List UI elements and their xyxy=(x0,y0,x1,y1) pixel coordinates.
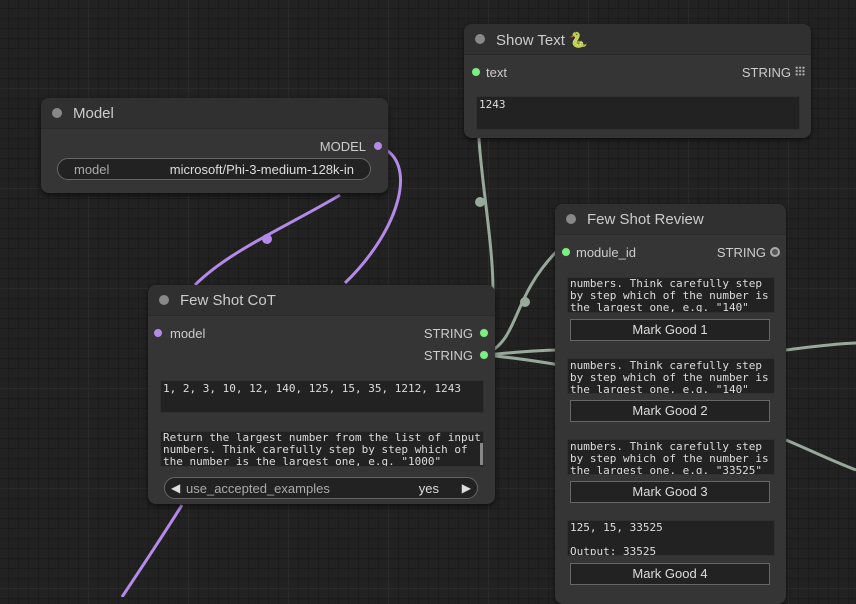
node-title: Few Shot Review xyxy=(587,211,704,228)
right-arrow-icon[interactable]: ▶ xyxy=(462,481,471,495)
widget-value: yes xyxy=(418,481,439,496)
link-midpoint xyxy=(262,234,272,244)
model-output-label: MODEL xyxy=(319,139,366,154)
prompt-input-text[interactable]: Return the largest number from the list … xyxy=(160,431,484,467)
show-text-output[interactable]: 1243 xyxy=(476,96,800,130)
node-title-bar[interactable]: Few Shot Review xyxy=(555,204,786,235)
string-output-2-label: STRING xyxy=(423,348,473,363)
collapse-dot-icon[interactable] xyxy=(52,108,62,118)
string-link-right xyxy=(483,348,561,357)
link-midpoint xyxy=(520,297,530,307)
mark-good-2-button[interactable]: Mark Good 2 xyxy=(570,400,770,422)
output-link-2 xyxy=(785,438,856,472)
node-title-bar[interactable]: Model xyxy=(41,98,388,129)
show-text-node[interactable]: Show Text 🐍 text STRING 1243 xyxy=(464,24,811,138)
collapse-dot-icon[interactable] xyxy=(566,214,576,224)
textarea-scrollbar[interactable] xyxy=(480,443,483,465)
node-title: Show Text 🐍 xyxy=(496,32,588,49)
collapse-dot-icon[interactable] xyxy=(159,295,169,305)
string-output-2-pin[interactable] xyxy=(479,350,489,360)
text-input-pin[interactable] xyxy=(471,67,481,77)
few-shot-cot-node[interactable]: Few Shot CoT model STRING STRING 1, 2, 3… xyxy=(148,285,495,504)
grid-icon[interactable] xyxy=(795,66,805,76)
string-output-label: STRING xyxy=(716,245,766,260)
output-link-1 xyxy=(785,341,856,352)
string-output-1-pin[interactable] xyxy=(479,328,489,338)
string-output-1-label: STRING xyxy=(423,326,473,341)
model-combo-widget[interactable]: model microsoft/Phi-3-medium-128k-in xyxy=(57,158,371,180)
node-title-bar[interactable]: Show Text 🐍 xyxy=(464,24,811,55)
module-id-input-label: module_id xyxy=(576,245,636,260)
model-node[interactable]: Model MODEL model microsoft/Phi-3-medium… xyxy=(41,98,388,193)
review-entry-text[interactable]: 125, 15, 33525 Output: 33525 xyxy=(567,520,775,556)
use-accepted-examples-toggle[interactable]: ◀ use_accepted_examples yes ▶ xyxy=(164,477,478,499)
review-entry-text[interactable]: numbers. Think carefully step by step wh… xyxy=(567,439,775,475)
node-title: Model xyxy=(73,105,114,122)
model-link-lower xyxy=(193,193,341,287)
mark-good-1-button[interactable]: Mark Good 1 xyxy=(570,319,770,341)
link-midpoint xyxy=(475,197,485,207)
model-input-label: model xyxy=(170,326,206,341)
mark-good-3-button[interactable]: Mark Good 3 xyxy=(570,481,770,503)
text-input-label: text xyxy=(486,65,507,80)
collapse-dot-icon[interactable] xyxy=(475,34,485,44)
review-entry-text[interactable]: numbers. Think carefully step by step wh… xyxy=(567,358,775,394)
module-id-input-pin[interactable] xyxy=(561,247,571,257)
widget-label: model xyxy=(74,162,110,177)
node-title-bar[interactable]: Few Shot CoT xyxy=(148,285,495,316)
model-output-pin[interactable] xyxy=(374,142,382,150)
widget-label: use_accepted_examples xyxy=(186,481,330,496)
mark-good-4-button[interactable]: Mark Good 4 xyxy=(570,563,770,585)
review-entry-text[interactable]: numbers. Think carefully step by step wh… xyxy=(567,277,775,313)
numbers-input-text[interactable]: 1, 2, 3, 10, 12, 140, 125, 15, 35, 1212,… xyxy=(160,380,484,413)
model-link-bottom xyxy=(120,504,184,597)
widget-value: microsoft/Phi-3-medium-128k-in xyxy=(169,162,354,177)
model-input-pin[interactable] xyxy=(154,329,162,337)
string-output-label: STRING xyxy=(741,65,791,80)
string-output-pin[interactable] xyxy=(770,247,780,257)
string-link-right2 xyxy=(483,353,561,367)
left-arrow-icon[interactable]: ◀ xyxy=(171,481,180,495)
few-shot-review-node[interactable]: Few Shot Review module_id STRING numbers… xyxy=(555,204,786,604)
node-title: Few Shot CoT xyxy=(180,292,276,309)
